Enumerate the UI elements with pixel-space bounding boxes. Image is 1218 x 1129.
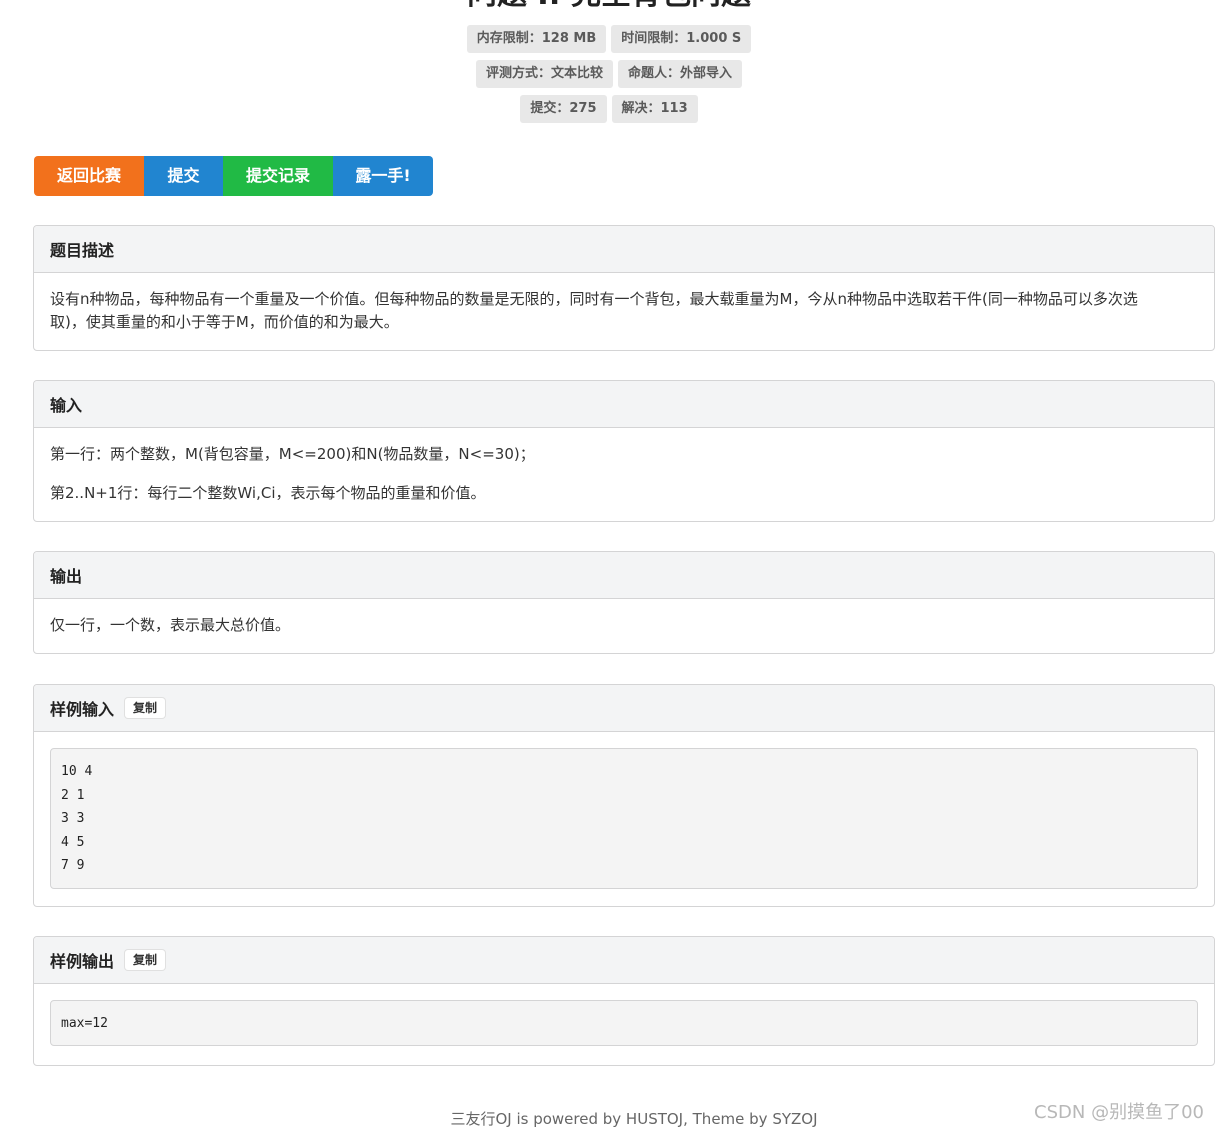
code-line: 2 1 [61,787,85,803]
sample-input-card: 样例输入 复制 10 4 2 1 3 3 4 5 7 9 [33,684,1215,907]
code-line: max=12 [61,1016,108,1031]
code-line: 10 4 [61,764,93,779]
page-title: 问题 I: 完全背包问题 [0,0,1218,12]
output-card: 输出 仅一行，一个数，表示最大总价值。 [33,551,1215,654]
code-line: 7 9 [61,858,85,873]
sample-output-header: 样例输出 复制 [34,937,1214,984]
sample-input-code: 10 4 2 1 3 3 4 5 7 9 [50,748,1198,889]
description-text-line: 取)，使其重量的和小于等于M，而价值的和为最大。 [50,313,399,331]
solved-count-label: 解决：113 [611,95,698,123]
description-header: 题目描述 [34,226,1214,273]
problem-page: 问题 I: 完全背包问题 内存限制：128 MB 时间限制：1.000 S 评测… [0,0,1218,1129]
sample-output-body: max=12 [34,984,1214,1046]
copy-sample-output-button[interactable]: 复制 [125,950,166,970]
input-text-line: 第一行：两个整数，M(背包容量，M<=200)和N(物品数量，N<=30)； [50,445,535,463]
back-to-contest-button[interactable]: 返回比赛 [34,156,144,196]
sample-output-title: 样例输出 [50,952,115,971]
stats-row: 提交：275 解决：113 [0,95,1218,123]
copy-sample-input-button[interactable]: 复制 [125,698,166,718]
limits-row: 内存限制：128 MB 时间限制：1.000 S [0,25,1218,53]
description-card: 题目描述 设有n种物品，每种物品有一个重量及一个价值。但每种物品的数量是无限的，… [33,225,1215,351]
code-line: 3 3 [61,811,85,826]
time-limit-label: 时间限制：1.000 S [611,25,752,53]
output-text-line: 仅一行，一个数，表示最大总价值。 [50,616,291,634]
sample-input-header: 样例输入 复制 [34,685,1214,732]
input-text-line: 第2..N+1行：每行二个整数Wi,Ci，表示每个物品的重量和价值。 [50,484,486,502]
memory-limit-label: 内存限制：128 MB [466,25,607,53]
input-card: 输入 第一行：两个整数，M(背包容量，M<=200)和N(物品数量，N<=30)… [33,380,1215,522]
submit-button[interactable]: 提交 [144,156,223,196]
sample-input-title: 样例输入 [50,700,115,719]
sample-input-body: 10 4 2 1 3 3 4 5 7 9 [34,732,1214,889]
sample-output-card: 样例输出 复制 max=12 [33,936,1215,1066]
description-body: 设有n种物品，每种物品有一个重量及一个价值。但每种物品的数量是无限的，同时有一个… [34,273,1214,334]
csdn-watermark: CSDN @别摸鱼了00 [1034,1102,1204,1123]
submit-records-button[interactable]: 提交记录 [223,156,333,196]
sample-output-code: max=12 [50,1000,1198,1046]
output-header: 输出 [34,552,1214,599]
input-header: 输入 [34,381,1214,428]
description-text-line: 设有n种物品，每种物品有一个重量及一个价值。但每种物品的数量是无限的，同时有一个… [50,290,1138,308]
problem-actions: 返回比赛 提交 提交记录 露一手! [34,156,433,196]
code-line: 4 5 [61,834,85,850]
output-body: 仅一行，一个数，表示最大总价值。 [34,599,1214,637]
input-body: 第一行：两个整数，M(背包容量，M<=200)和N(物品数量，N<=30)； 第… [34,428,1214,505]
meta-row: 评测方式：文本比较 命题人：外部导入 [0,60,1218,88]
submitted-count-label: 提交：275 [520,95,607,123]
author-label: 命题人：外部导入 [618,60,743,88]
judge-method-label: 评测方式：文本比较 [475,60,613,88]
show-off-button[interactable]: 露一手! [333,156,433,196]
